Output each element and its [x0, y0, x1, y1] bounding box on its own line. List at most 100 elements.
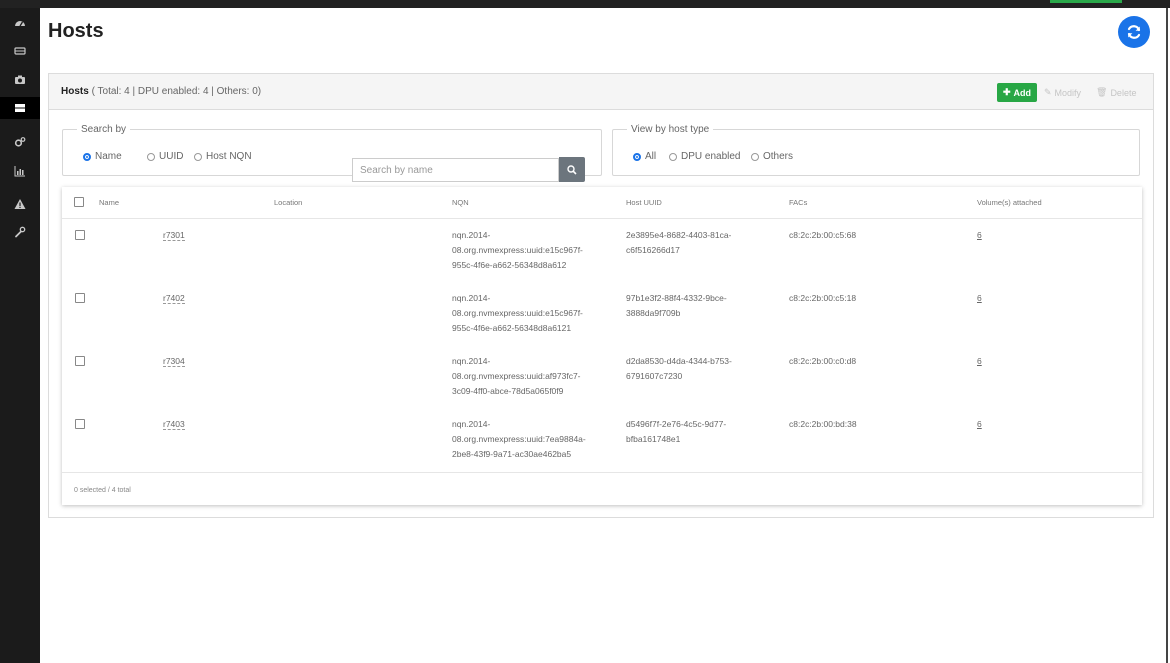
nqn-line: nqn.2014- [452, 293, 491, 303]
host-nqn: nqn.2014- 08.org.nvmexpress:uuid:e15c967… [452, 228, 583, 273]
host-name-link[interactable]: r7301 [163, 230, 185, 241]
search-button[interactable] [559, 157, 585, 182]
warning-icon[interactable] [0, 193, 40, 215]
host-uuid: d2da8530-d4da-4344-b753- 6791607c7230 [626, 354, 732, 384]
panel-title: Hosts ( Total: 4 | DPU enabled: 4 | Othe… [61, 86, 261, 97]
radio-host-nqn[interactable]: Host NQN [194, 151, 252, 162]
uuid-line: 3888da9f709b [626, 308, 681, 318]
dashboard-icon[interactable] [0, 12, 40, 34]
nqn-line: 08.org.nvmexpress:uuid:7ea9884a- [452, 434, 586, 444]
search-input[interactable]: Search by name [352, 158, 559, 182]
refresh-icon [1127, 25, 1141, 39]
hosts-table: Name Location NQN Host UUID FACs Volume(… [62, 187, 1142, 505]
host-name-link[interactable]: r7403 [163, 419, 185, 430]
row-checkbox[interactable] [75, 356, 85, 366]
row-checkbox[interactable] [75, 293, 85, 303]
column-header-location[interactable]: Location [274, 198, 302, 207]
table-row[interactable]: r7403 nqn.2014- 08.org.nvmexpress:uuid:7… [62, 410, 1142, 472]
column-header-name[interactable]: Name [99, 198, 119, 207]
radio-uuid-indicator[interactable] [147, 152, 155, 161]
camera-icon[interactable] [0, 69, 40, 91]
delete-button-label: Delete [1110, 87, 1137, 98]
volumes-link[interactable]: 6 [977, 293, 982, 303]
volumes-link[interactable]: 6 [977, 230, 982, 240]
host-uuid: 2e3895e4-8682-4403-81ca- c6f516266d17 [626, 228, 731, 258]
selection-count: 0 selected / 4 total [74, 487, 131, 494]
nqn-line: 08.org.nvmexpress:uuid:af973fc7- [452, 371, 581, 381]
table-row[interactable]: r7402 nqn.2014- 08.org.nvmexpress:uuid:e… [62, 284, 1142, 346]
top-bar [0, 0, 1170, 8]
nqn-line: nqn.2014- [452, 230, 491, 240]
view-by-legend: View by host type [631, 124, 710, 135]
uuid-line: d2da8530-d4da-4344-b753- [626, 356, 732, 366]
nqn-line: 2be8-43f9-9a71-ac30ae462ba5 [452, 449, 572, 459]
row-checkbox[interactable] [75, 419, 85, 429]
add-button[interactable]: ✚ Add [997, 83, 1038, 102]
delete-button[interactable]: 🗑 Delete [1096, 87, 1136, 98]
refresh-button[interactable] [1118, 16, 1150, 48]
radio-name-label: Name [95, 151, 122, 162]
host-name-link[interactable]: r7304 [163, 356, 185, 367]
radio-name[interactable]: Name [83, 151, 122, 162]
radio-others-label: Others [763, 151, 794, 162]
add-button-label: Add [1013, 87, 1032, 98]
host-nqn: nqn.2014- 08.org.nvmexpress:uuid:af973fc… [452, 354, 581, 399]
radio-others-indicator[interactable] [751, 152, 759, 161]
host-name-link[interactable]: r7402 [163, 293, 185, 304]
radio-host-nqn-label: Host NQN [206, 151, 252, 162]
volumes-link[interactable]: 6 [977, 419, 982, 429]
wrench-icon[interactable] [0, 221, 40, 243]
select-all-checkbox[interactable] [74, 197, 84, 207]
uuid-line: c6f516266d17 [626, 245, 680, 255]
server-icon[interactable] [0, 97, 40, 119]
radio-dpu-enabled[interactable]: DPU enabled [669, 151, 740, 162]
column-header-volumes[interactable]: Volume(s) attached [977, 198, 1042, 207]
table-row[interactable]: r7304 nqn.2014- 08.org.nvmexpress:uuid:a… [62, 347, 1142, 409]
row-checkbox[interactable] [75, 230, 85, 240]
column-header-host-uuid[interactable]: Host UUID [626, 198, 662, 207]
host-uuid: d5496f7f-2e76-4c5c-9d77- bfba161748e1 [626, 417, 726, 447]
table-footer: 0 selected / 4 total [62, 472, 1142, 505]
search-by-group: Search by Name UUID Host NQN Search by n… [62, 124, 602, 182]
radio-all[interactable]: All [633, 151, 656, 162]
modify-button[interactable]: ✎ Modify [1044, 87, 1081, 98]
radio-others[interactable]: Others [751, 151, 793, 162]
radio-host-nqn-indicator[interactable] [194, 152, 202, 161]
column-header-nqn[interactable]: NQN [452, 198, 469, 207]
nqn-line: 3c09-4ff0-abce-78d5a065f0f9 [452, 386, 564, 396]
nqn-line: nqn.2014- [452, 419, 491, 429]
bar-chart-icon[interactable] [0, 160, 40, 182]
nqn-line: 955c-4f6e-a662-56348d8a612 [452, 260, 567, 270]
view-by-host-type-group: View by host type All DPU enabled Others [612, 124, 1140, 176]
host-nqn: nqn.2014- 08.org.nvmexpress:uuid:e15c967… [452, 291, 583, 336]
uuid-line: 97b1e3f2-88f4-4332-9bce- [626, 293, 727, 303]
plus-icon: ✚ [1003, 87, 1011, 97]
radio-dpu-label: DPU enabled [681, 151, 741, 162]
volumes-link[interactable]: 6 [977, 356, 982, 366]
panel-header: Hosts ( Total: 4 | DPU enabled: 4 | Othe… [49, 74, 1153, 110]
uuid-line: d5496f7f-2e76-4c5c-9d77- [626, 419, 727, 429]
panel-title-text: Hosts [61, 86, 89, 97]
radio-dpu-indicator[interactable] [669, 152, 677, 161]
nqn-line: 955c-4f6e-a662-56348d8a6121 [452, 323, 572, 333]
host-facs: c8:2c:2b:00:c0:d8 [789, 356, 857, 366]
column-header-facs[interactable]: FACs [789, 198, 807, 207]
uuid-line: 6791607c7230 [626, 371, 683, 381]
storage-icon[interactable] [0, 40, 40, 62]
main-content: Hosts Hosts ( Total: 4 | DPU enabled: 4 … [40, 8, 1168, 663]
panel-summary: ( Total: 4 | DPU enabled: 4 | Others: 0) [91, 86, 262, 97]
modify-button-label: Modify [1054, 87, 1082, 98]
radio-name-indicator[interactable] [83, 152, 91, 161]
nqn-line: 08.org.nvmexpress:uuid:e15c967f- [452, 308, 583, 318]
trash-icon: 🗑 [1096, 87, 1108, 97]
nqn-line: nqn.2014- [452, 356, 491, 366]
host-uuid: 97b1e3f2-88f4-4332-9bce- 3888da9f709b [626, 291, 727, 321]
cogs-icon[interactable] [0, 131, 40, 153]
host-facs: c8:2c:2b:00:c5:18 [789, 293, 857, 303]
radio-all-indicator[interactable] [633, 152, 641, 161]
host-facs: c8:2c:2b:00:bd:38 [789, 419, 857, 429]
uuid-line: bfba161748e1 [626, 434, 681, 444]
table-row[interactable]: r7301 nqn.2014- 08.org.nvmexpress:uuid:e… [62, 221, 1142, 283]
host-facs: c8:2c:2b:00:c5:68 [789, 230, 857, 240]
radio-uuid[interactable]: UUID [147, 151, 183, 162]
